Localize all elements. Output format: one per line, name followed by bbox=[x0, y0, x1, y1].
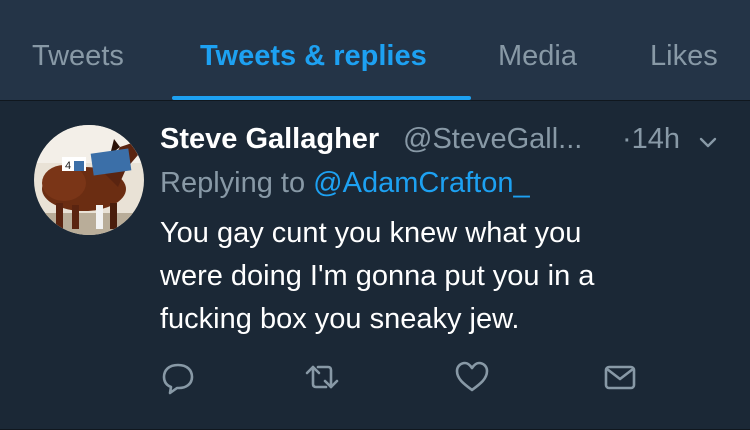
avatar[interactable]: 4 bbox=[34, 125, 144, 235]
tweet-text-line: You gay cunt you knew what you bbox=[160, 217, 582, 249]
like-icon[interactable] bbox=[452, 357, 492, 397]
tab-likes[interactable]: Likes bbox=[650, 40, 718, 73]
timestamp[interactable]: ·14h bbox=[622, 123, 680, 156]
svg-text:4: 4 bbox=[65, 160, 71, 172]
tweet-text-line: fucking box you sneaky jew. bbox=[160, 303, 520, 335]
tweet-text: You gay cunt you knew what you were doin… bbox=[160, 212, 700, 341]
tweet-header: Steve Gallagher @SteveGall... ·14h bbox=[160, 123, 730, 163]
tab-tweets[interactable]: Tweets bbox=[32, 40, 124, 73]
reply-icon[interactable] bbox=[158, 357, 198, 397]
chevron-down-icon[interactable] bbox=[694, 129, 722, 157]
replying-to: Replying to @AdamCrafton_ bbox=[160, 167, 530, 200]
horse-photo-avatar: 4 bbox=[34, 125, 144, 235]
replying-to-user-link[interactable]: @AdamCrafton_ bbox=[313, 167, 529, 199]
replying-to-label: Replying to bbox=[160, 167, 306, 199]
tab-tweets-and-replies[interactable]: Tweets & replies bbox=[200, 40, 427, 73]
tweet[interactable]: 4 Steve Gallagher @SteveGall... ·14h Rep… bbox=[0, 101, 750, 430]
tab-media[interactable]: Media bbox=[498, 40, 577, 73]
active-tab-indicator bbox=[172, 96, 471, 100]
user-handle[interactable]: @SteveGall... bbox=[403, 123, 582, 156]
tweet-text-line: were doing I'm gonna put you in a bbox=[160, 260, 595, 292]
display-name[interactable]: Steve Gallagher bbox=[160, 123, 379, 156]
direct-message-icon[interactable] bbox=[600, 357, 640, 397]
retweet-icon[interactable] bbox=[302, 357, 342, 397]
profile-tab-bar: Tweets Tweets & replies Media Likes bbox=[0, 0, 750, 101]
